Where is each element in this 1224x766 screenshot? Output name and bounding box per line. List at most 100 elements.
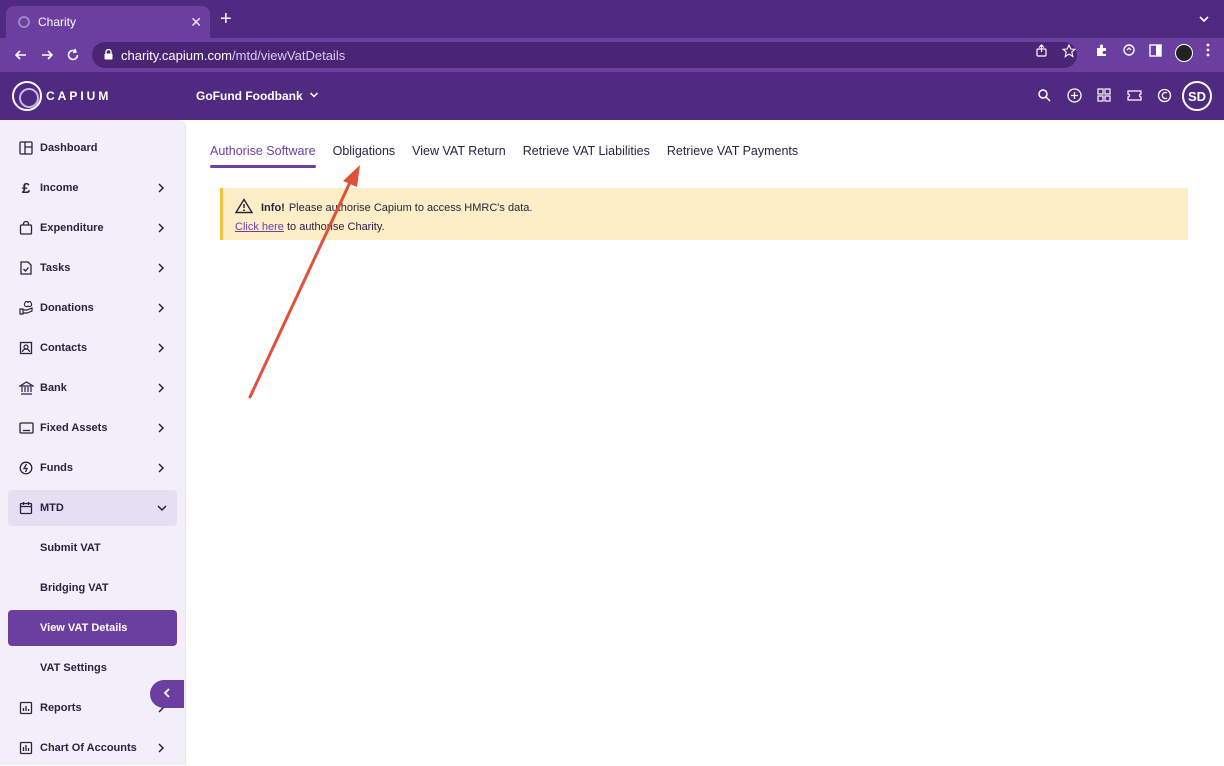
- sidebar-item-mtd[interactable]: MTD: [8, 490, 177, 526]
- sidebar-item-label: View VAT Details: [40, 622, 128, 634]
- alert-title: Info!: [261, 201, 285, 214]
- sidebar-item-contacts[interactable]: Contacts: [8, 330, 177, 366]
- funds-icon: [18, 460, 34, 476]
- tab-obligations[interactable]: Obligations: [333, 144, 396, 168]
- browser-menu-icon[interactable]: [1206, 43, 1210, 62]
- lock-icon: [104, 48, 113, 63]
- sidebar-item-label: Fixed Assets: [40, 422, 108, 434]
- back-icon[interactable]: [8, 48, 34, 62]
- info-alert: Info! Please authorise Capium to access …: [220, 188, 1188, 240]
- sidebar-collapse-button[interactable]: [150, 680, 184, 708]
- forward-icon[interactable]: [34, 48, 60, 62]
- chevron-down-icon: [157, 504, 167, 512]
- chevron-right-icon: [157, 183, 167, 193]
- browser-profile-avatar[interactable]: [1175, 43, 1193, 62]
- tab-authorise-software[interactable]: Authorise Software: [210, 144, 316, 168]
- capium-switch-icon[interactable]: [1156, 87, 1172, 103]
- chevron-down-icon: [309, 89, 319, 103]
- sidebar-item-expenditure[interactable]: Expenditure: [8, 210, 177, 246]
- bank-icon: [18, 380, 34, 396]
- sidebar-item-funds[interactable]: Funds: [8, 450, 177, 486]
- sidebar-item-label: Bank: [40, 382, 67, 394]
- capium-logo[interactable]: CAPIUM: [12, 81, 111, 111]
- chevron-right-icon: [157, 343, 167, 353]
- sidebar-item-label: Funds: [40, 462, 73, 474]
- sidebar-subitem-vat-settings[interactable]: VAT Settings: [8, 650, 177, 686]
- tab-search-icon[interactable]: [1198, 12, 1210, 30]
- chevron-right-icon: [157, 303, 167, 313]
- extensions-icon[interactable]: [1095, 43, 1109, 62]
- search-icon[interactable]: [1036, 87, 1052, 103]
- user-avatar[interactable]: SD: [1182, 81, 1212, 111]
- bag-icon: [18, 220, 34, 236]
- task-icon: [18, 260, 34, 276]
- monitor-icon: [18, 420, 34, 436]
- reload-icon[interactable]: [60, 48, 86, 62]
- sidebar-item-label: Donations: [40, 302, 94, 314]
- sidebar-item-label: Expenditure: [40, 222, 104, 234]
- add-circle-icon[interactable]: [1066, 87, 1082, 103]
- warning-icon: [234, 198, 254, 217]
- sidebar: Dashboard £ Income Expenditure Tasks Don…: [0, 120, 186, 765]
- sidebar-item-donations[interactable]: Donations: [8, 290, 177, 326]
- share-icon[interactable]: [1035, 44, 1048, 63]
- chevron-right-icon: [157, 383, 167, 393]
- sidebar-item-tasks[interactable]: Tasks: [8, 250, 177, 286]
- sidebar-item-label: Income: [40, 182, 79, 194]
- browser-tab[interactable]: Charity ✕: [6, 6, 210, 38]
- chevron-right-icon: [157, 423, 167, 433]
- sidebar-item-bank[interactable]: Bank: [8, 370, 177, 406]
- sidebar-item-label: Contacts: [40, 342, 88, 354]
- app-header: CAPIUM GoFund Foodbank SD: [0, 72, 1224, 120]
- chevron-right-icon: [157, 463, 167, 473]
- new-tab-button[interactable]: +: [220, 9, 232, 29]
- sidebar-subitem-view-vat-details[interactable]: View VAT Details: [8, 610, 177, 646]
- capium-logo-icon: [12, 81, 42, 111]
- bookmark-star-icon[interactable]: [1061, 43, 1077, 63]
- sidebar-item-dashboard[interactable]: Dashboard: [8, 130, 177, 166]
- chevron-left-icon: [163, 685, 171, 703]
- apps-grid-icon[interactable]: [1096, 87, 1112, 103]
- tab-retrieve-vat-liabilities[interactable]: Retrieve VAT Liabilities: [523, 144, 650, 168]
- authorise-link[interactable]: Click here: [235, 221, 284, 233]
- tab-retrieve-vat-payments[interactable]: Retrieve VAT Payments: [667, 144, 798, 168]
- favicon-icon: [18, 16, 30, 28]
- sidebar-item-label: Submit VAT: [40, 542, 101, 554]
- sidebar-item-chart-of-accounts[interactable]: Chart Of Accounts: [8, 730, 177, 766]
- donation-icon: [18, 300, 34, 316]
- ticket-icon[interactable]: [1126, 87, 1142, 103]
- logo-text: CAPIUM: [46, 89, 112, 103]
- chevron-right-icon: [157, 223, 167, 233]
- url-path: /mtd/viewVatDetails: [232, 47, 346, 63]
- vat-tabs: Authorise Software Obligations View VAT …: [210, 144, 798, 168]
- sidebar-item-label: Dashboard: [40, 142, 98, 154]
- extension-sync-icon[interactable]: [1122, 43, 1136, 62]
- report-icon: [18, 700, 34, 716]
- sidebar-subitem-submit-vat[interactable]: Submit VAT: [8, 530, 177, 566]
- chevron-right-icon: [157, 743, 167, 753]
- sidebar-item-label: MTD: [40, 502, 64, 514]
- main-content: Authorise Software Obligations View VAT …: [186, 120, 1224, 765]
- calendar-icon: [18, 500, 34, 516]
- close-tab-icon[interactable]: ✕: [190, 14, 202, 31]
- contact-icon: [18, 340, 34, 356]
- sidebar-item-label: Chart Of Accounts: [40, 742, 137, 754]
- browser-tab-title: Charity: [38, 15, 77, 29]
- sidebar-item-label: Reports: [40, 702, 82, 714]
- sidebar-subitem-bridging-vat[interactable]: Bridging VAT: [8, 570, 177, 606]
- address-bar[interactable]: charity.capium.com/mtd/viewVatDetails: [92, 42, 1077, 68]
- organisation-selector[interactable]: GoFund Foodbank: [196, 89, 319, 103]
- dashboard-icon: [18, 140, 34, 156]
- sidebar-item-label: VAT Settings: [40, 662, 107, 674]
- sidebar-item-label: Bridging VAT: [40, 582, 109, 594]
- alert-message: Please authorise Capium to access HMRC's…: [288, 201, 533, 214]
- sidebar-item-fixed-assets[interactable]: Fixed Assets: [8, 410, 177, 446]
- side-panel-icon[interactable]: [1149, 43, 1162, 62]
- chevron-right-icon: [157, 263, 167, 273]
- sidebar-item-income[interactable]: £ Income: [8, 170, 177, 206]
- sidebar-item-label: Tasks: [40, 262, 71, 274]
- browser-toolbar: charity.capium.com/mtd/viewVatDetails: [0, 38, 1224, 72]
- tab-view-vat-return[interactable]: View VAT Return: [412, 144, 506, 168]
- alert-link-suffix: to authorise Charity.: [286, 221, 385, 233]
- organisation-name: GoFund Foodbank: [196, 89, 303, 103]
